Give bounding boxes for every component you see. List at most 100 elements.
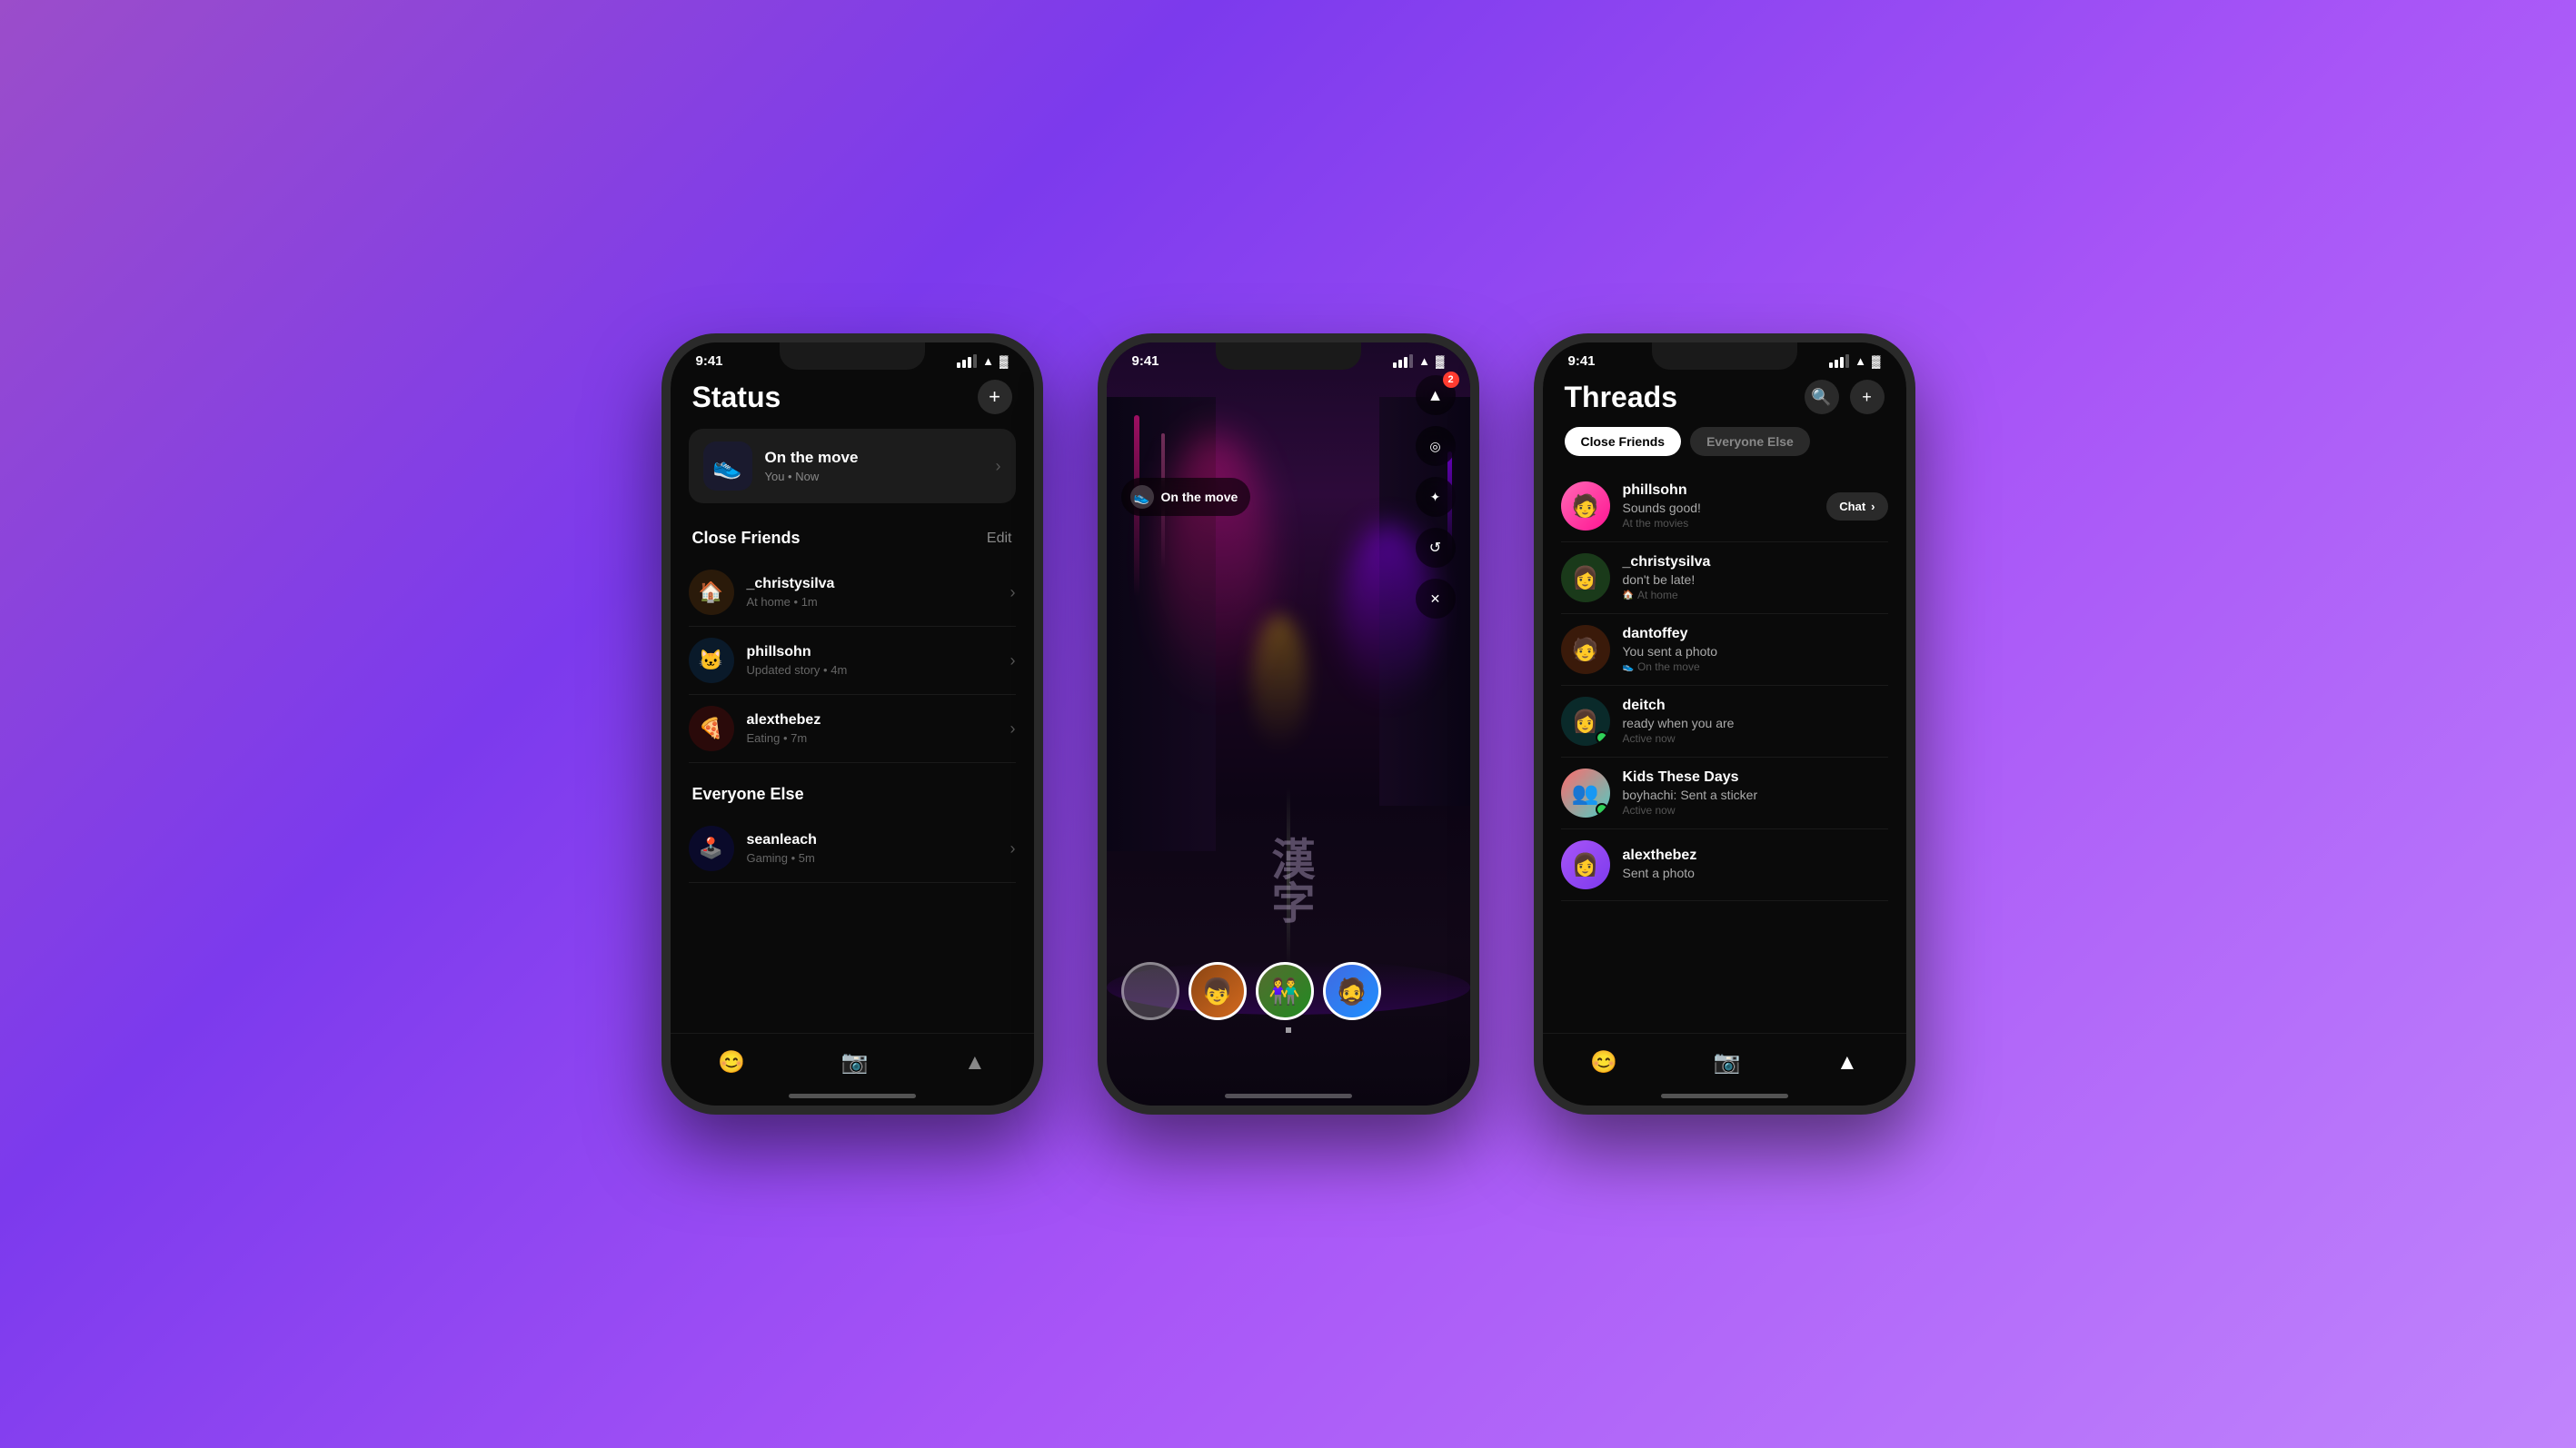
add-icon: + (1862, 388, 1872, 407)
status-time-2: 9:41 (1132, 353, 1159, 369)
online-indicator-5 (1596, 803, 1608, 816)
nav-send-3[interactable]: ▲ (1836, 1050, 1858, 1076)
contact-info-1: _christysilva At home • 1m (747, 576, 998, 609)
nav-send-1[interactable]: ▲ (964, 1050, 986, 1076)
tab-everyone-else[interactable]: Everyone Else (1690, 427, 1810, 456)
thread-status-5: Active now (1623, 804, 1888, 817)
story-location-button[interactable]: ◎ (1416, 426, 1456, 466)
my-status-info: On the move You • Now (765, 449, 983, 483)
contact-info-4: seanleach Gaming • 5m (747, 832, 998, 865)
status-time-1: 9:41 (696, 353, 723, 369)
thread-kids-these-days[interactable]: 👥 Kids These Days boyhachi: Sent a stick… (1561, 758, 1888, 829)
search-button[interactable]: 🔍 (1805, 380, 1839, 414)
contact-status-2: Updated story • 4m (747, 663, 998, 677)
wifi-icon-3: ▲ (1855, 354, 1866, 368)
nav-emoji-3[interactable]: 😊 (1590, 1049, 1617, 1076)
chat-chevron: › (1871, 500, 1875, 513)
contact-chevron-1: › (1010, 583, 1016, 602)
tab-close-friends[interactable]: Close Friends (1565, 427, 1682, 456)
thread-phillsohn[interactable]: 🧑 phillsohn Sounds good! At the movies C… (1561, 471, 1888, 542)
phone-1-notch (780, 342, 925, 370)
story-star-button[interactable]: ✦ (1416, 477, 1456, 517)
status-icons-3: ▲ ▓ (1829, 354, 1880, 368)
story-status-label[interactable]: 👟 On the move (1121, 478, 1251, 516)
progress-dot (1286, 1027, 1291, 1033)
add-status-button[interactable]: + (978, 380, 1012, 414)
story-refresh-button[interactable]: ↺ (1416, 528, 1456, 568)
thread-deitch[interactable]: 👩 deitch ready when you are Active now (1561, 686, 1888, 758)
cross-icon: ✕ (1430, 591, 1441, 607)
thread-content-6: alexthebez Sent a photo (1623, 848, 1888, 882)
phone-3-frame: 9:41 ▲ ▓ Threads 🔍 (1534, 333, 1915, 1115)
phone-3-notch (1652, 342, 1797, 370)
thread-preview-5: boyhachi: Sent a sticker (1623, 788, 1888, 802)
phone-2-notch (1216, 342, 1361, 370)
contact-avatar-1: 🏠 (689, 570, 734, 615)
story-send-button[interactable]: ▲ 2 (1416, 375, 1456, 415)
contact-avatar-3: 🍕 (689, 706, 734, 751)
contact-phillsohn[interactable]: 🐱 phillsohn Updated story • 4m › (689, 627, 1016, 695)
status-icons-2: ▲ ▓ (1393, 354, 1444, 368)
thread-dantoffey[interactable]: 🧑 dantoffey You sent a photo 👟 On the mo… (1561, 614, 1888, 686)
search-icon: 🔍 (1811, 388, 1831, 407)
contact-name-1: _christysilva (747, 576, 998, 592)
refresh-icon: ↺ (1429, 539, 1441, 557)
thread-name-5: Kids These Days (1623, 769, 1888, 786)
threads-header: Threads 🔍 + (1543, 372, 1906, 427)
thread-name-6: alexthebez (1623, 848, 1888, 864)
status-header: Status + (671, 372, 1034, 429)
my-status-chevron: › (996, 457, 1001, 476)
thread-content-5: Kids These Days boyhachi: Sent a sticker… (1623, 769, 1888, 817)
my-status-name: On the move (765, 449, 983, 467)
my-status-meta: You • Now (765, 470, 983, 483)
nav-camera-3[interactable]: 📷 (1714, 1049, 1741, 1076)
close-friends-label: Close Friends (692, 529, 801, 548)
thread-status-4: Active now (1623, 732, 1888, 745)
home-indicator-3 (1661, 1094, 1788, 1098)
nav-camera-1[interactable]: 📷 (841, 1049, 869, 1076)
story-close-button[interactable]: ✕ (1416, 579, 1456, 619)
contact-status-3: Eating • 7m (747, 731, 998, 745)
thread-content-1: phillsohn Sounds good! At the movies (1623, 482, 1815, 530)
chat-button-1[interactable]: Chat › (1826, 492, 1887, 521)
contact-christysilva[interactable]: 🏠 _christysilva At home • 1m › (689, 559, 1016, 627)
thread-avatar-3: 🧑 (1561, 625, 1610, 674)
thread-alexthebez[interactable]: 👩 alexthebez Sent a photo (1561, 829, 1888, 901)
viewer-avatar-1 (1121, 962, 1179, 1020)
thread-avatar-5: 👥 (1561, 769, 1610, 818)
story-bottom: 👦 👫 🧔 (1107, 962, 1470, 1033)
story-shoe-icon: 👟 (1130, 485, 1154, 509)
thread-status-2: 🏠 At home (1623, 589, 1888, 601)
viewer-avatar-4: 🧔 (1323, 962, 1381, 1020)
add-thread-button[interactable]: + (1850, 380, 1885, 414)
status-house-icon: 🏠 (1623, 590, 1634, 600)
phone-threads: 9:41 ▲ ▓ Threads 🔍 (1534, 333, 1915, 1115)
phone-story: 漢字 9:41 ▲ ▓ (1098, 333, 1479, 1115)
battery-icon-3: ▓ (1872, 354, 1880, 368)
contact-status-1: At home • 1m (747, 595, 998, 609)
thread-name-3: dantoffey (1623, 626, 1888, 642)
thread-christysilva[interactable]: 👩 _christysilva don't be late! 🏠 At home (1561, 542, 1888, 614)
home-indicator-1 (789, 1094, 916, 1098)
my-status-card[interactable]: 👟 On the move You • Now › (689, 429, 1016, 503)
thread-preview-3: You sent a photo (1623, 644, 1888, 659)
threads-actions: 🔍 + (1805, 380, 1885, 414)
thread-content-2: _christysilva don't be late! 🏠 At home (1623, 554, 1888, 601)
contact-avatar-4: 🕹️ (689, 826, 734, 871)
contact-chevron-2: › (1010, 651, 1016, 670)
my-status-avatar: 👟 (703, 441, 752, 491)
threads-tabs: Close Friends Everyone Else (1543, 427, 1906, 471)
contact-seanleach[interactable]: 🕹️ seanleach Gaming • 5m › (689, 815, 1016, 883)
wifi-icon-1: ▲ (982, 354, 994, 368)
contact-status-4: Gaming • 5m (747, 851, 998, 865)
contact-alexthebez[interactable]: 🍕 alexthebez Eating • 7m › (689, 695, 1016, 763)
nav-emoji-1[interactable]: 😊 (718, 1049, 745, 1076)
signal-icon-1 (957, 354, 977, 368)
edit-button[interactable]: Edit (987, 531, 1012, 547)
viewer-avatar-3: 👫 (1256, 962, 1314, 1020)
battery-icon-1: ▓ (1000, 354, 1008, 368)
story-top-bar: 👟 On the move ▲ 2 ◎ ✦ ↺ (1107, 375, 1470, 619)
thread-content-4: deitch ready when you are Active now (1623, 698, 1888, 745)
phone-2-screen: 漢字 9:41 ▲ ▓ (1107, 342, 1470, 1106)
phone-2-frame: 漢字 9:41 ▲ ▓ (1098, 333, 1479, 1115)
